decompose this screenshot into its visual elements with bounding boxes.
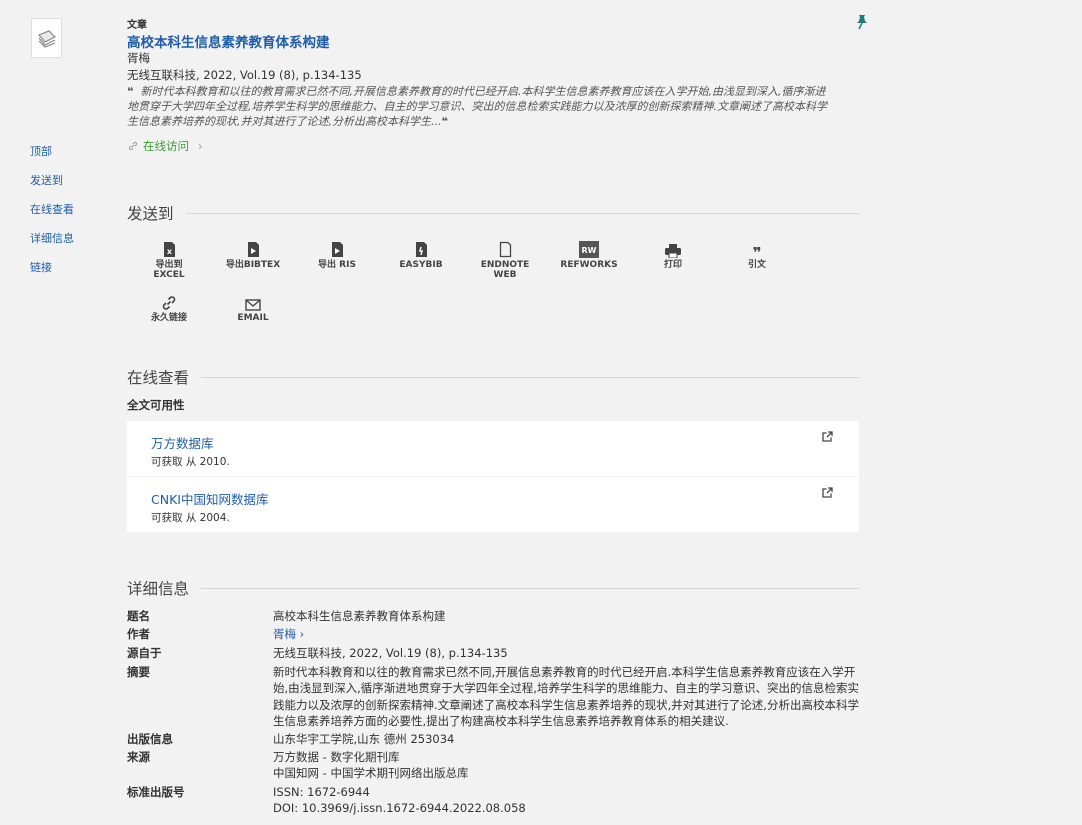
svg-text:RW: RW (582, 246, 597, 255)
online-access-label: 在线访问 (143, 139, 189, 153)
chevron-right-icon: › (198, 139, 203, 153)
open-quote-icon: ❝ (127, 85, 134, 98)
article-thumbnail-icon (31, 18, 62, 58)
availability-heading: 全文可用性 (127, 398, 185, 412)
detail-label: 出版信息 (127, 731, 173, 746)
easybib-button[interactable]: EASYBIB (386, 240, 456, 270)
citation-label: 引文 (747, 260, 766, 270)
refworks-label: REFWORKS (560, 260, 618, 270)
export-excel-button[interactable]: x 导出到 EXCEL (134, 240, 204, 280)
quote-icon: ❞ (752, 244, 762, 262)
email-icon (245, 299, 261, 311)
author-link[interactable]: 胥梅 › (273, 626, 859, 645)
detail-value: 无线互联科技, 2022, Vol.19 (8), p.134-135 (273, 645, 508, 660)
close-quote-icon: ❝ (441, 115, 448, 128)
ris-file-icon (331, 242, 343, 257)
details-table: 题名 高校本科生信息素养教育体系构建 作者 胥梅 › 源自于 无线互联科技, 2… (127, 608, 859, 818)
sendto-heading: 发送到 (127, 202, 859, 224)
source-name[interactable]: CNKI中国知网数据库 (151, 489, 268, 508)
permalink-label: 永久链接 (150, 313, 187, 323)
link-icon (162, 296, 176, 310)
link-icon (128, 141, 138, 151)
print-button[interactable]: 打印 (638, 240, 708, 270)
citation-button[interactable]: ❞ 引文 (722, 240, 792, 271)
detail-label: 题名 (127, 609, 150, 623)
online-view-heading: 在线查看 (127, 366, 859, 388)
detail-label: 作者 (127, 626, 150, 641)
print-icon (665, 244, 681, 258)
record-snippet: ❝ 新时代本科教育和以往的教育需求已然不同,开展信息素养教育的时代已经开启.本科… (127, 84, 832, 129)
detail-label: 摘要 (127, 664, 150, 679)
detail-row-publisher: 出版信息 山东华宇工学院,山东 德州 253034 (127, 731, 859, 749)
record-title[interactable]: 高校本科生信息素养教育体系构建 (127, 31, 330, 51)
details-heading-text: 详细信息 (127, 580, 190, 598)
nav-online-view[interactable]: 在线查看 (30, 203, 74, 217)
nav-sendto[interactable]: 发送到 (30, 174, 74, 188)
export-excel-label: 导出到 EXCEL (153, 260, 185, 280)
print-label: 打印 (663, 260, 682, 270)
endnote-icon (499, 241, 511, 258)
source-name[interactable]: 万方数据库 (151, 433, 214, 452)
export-ris-label: 导出 RIS (318, 260, 356, 270)
detail-value: 山东华宇工学院,山东 德州 253034 (273, 731, 455, 746)
nav-details[interactable]: 详细信息 (30, 232, 74, 246)
snippet-text: 新时代本科教育和以往的教育需求已然不同,开展信息素养教育的时代已经开启.本科学生… (127, 85, 827, 128)
endnote-web-label: ENDNOTE WEB (480, 260, 530, 280)
external-link-icon[interactable] (822, 487, 833, 498)
source-availability: 可获取 从 2004. (151, 512, 230, 524)
availability-item[interactable]: 万方数据库 可获取 从 2010. (127, 421, 859, 476)
endnote-web-button[interactable]: ENDNOTE WEB (470, 240, 540, 280)
sendto-heading-text: 发送到 (127, 205, 174, 223)
detail-label: 标准出版号 (127, 784, 185, 799)
record-author: 胥梅 (127, 51, 150, 65)
bibtex-file-icon (247, 242, 259, 257)
detail-label: 源自于 (127, 645, 162, 660)
source-availability: 可获取 从 2010. (151, 456, 230, 468)
export-bibtex-label: 导出BIBTEX (225, 260, 281, 270)
detail-value: 万方数据 - 数字化期刊库 中国知网 - 中国学术期刊网络出版总库 (273, 749, 469, 781)
availability-item[interactable]: CNKI中国知网数据库 可获取 从 2004. (127, 477, 859, 532)
detail-row-origin: 来源 万方数据 - 数字化期刊库 中国知网 - 中国学术期刊网络出版总库 (127, 749, 859, 784)
detail-value: 新时代本科教育和以往的教育需求已然不同,开展信息素养教育的时代已经开启.本科学生… (273, 664, 859, 729)
record-source: 无线互联科技, 2022, Vol.19 (8), p.134-135 (127, 68, 362, 82)
nav-links[interactable]: 链接 (30, 261, 74, 275)
easybib-icon (415, 242, 427, 257)
record-type: 文章 (127, 20, 147, 31)
permalink-button[interactable]: 永久链接 (134, 293, 204, 323)
detail-value: 高校本科生信息素养教育体系构建 (273, 609, 446, 623)
detail-label: 来源 (127, 749, 150, 764)
detail-row-author: 作者 胥梅 › (127, 626, 859, 645)
email-label: EMAIL (237, 313, 269, 323)
svg-text:x: x (166, 247, 172, 256)
refworks-icon: RW (579, 241, 599, 258)
refworks-button[interactable]: RW REFWORKS (554, 240, 624, 270)
details-heading: 详细信息 (127, 577, 859, 599)
easybib-label: EASYBIB (399, 260, 443, 270)
excel-file-icon: x (163, 242, 175, 257)
export-ris-button[interactable]: 导出 RIS (302, 240, 372, 270)
export-bibtex-button[interactable]: 导出BIBTEX (218, 240, 288, 270)
pin-icon[interactable] (855, 14, 869, 30)
detail-row-identifiers: 标准出版号 ISSN: 1672-6944 DOI: 10.3969/j.iss… (127, 784, 859, 818)
left-navigation: 顶部 发送到 在线查看 详细信息 链接 (30, 145, 74, 290)
detail-row-abstract: 摘要 新时代本科教育和以往的教育需求已然不同,开展信息素养教育的时代已经开启.本… (127, 664, 859, 731)
detail-row-source: 源自于 无线互联科技, 2022, Vol.19 (8), p.134-135 (127, 645, 859, 664)
detail-value: ISSN: 1672-6944 DOI: 10.3969/j.issn.1672… (273, 784, 526, 816)
online-access-link[interactable]: 在线访问 › (128, 138, 203, 154)
email-button[interactable]: EMAIL (218, 293, 288, 323)
external-link-icon[interactable] (822, 431, 833, 442)
online-view-heading-text: 在线查看 (127, 369, 190, 387)
detail-row-title: 题名 高校本科生信息素养教育体系构建 (127, 608, 859, 626)
nav-top[interactable]: 顶部 (30, 145, 74, 159)
